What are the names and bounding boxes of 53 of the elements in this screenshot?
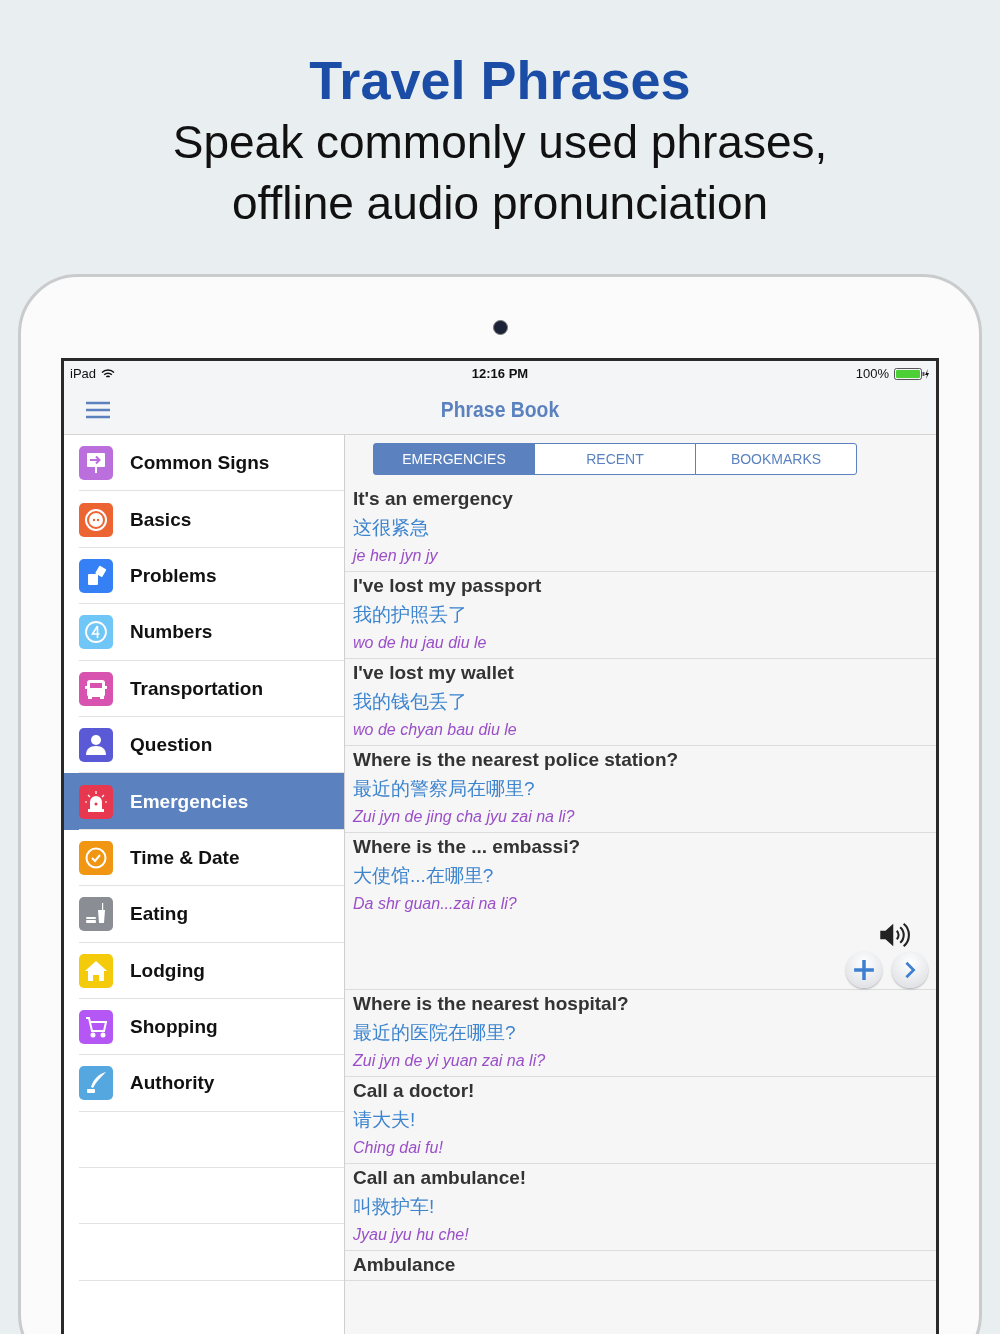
- pinyin-text: je hen jyn jy: [353, 546, 439, 566]
- sidebar-item[interactable]: Time & Date: [64, 829, 344, 887]
- pinyin-text: Da shr guan...zai na li?: [353, 894, 518, 914]
- sidebar-item[interactable]: Common Signs: [64, 435, 344, 492]
- pinyin-text: Zui jyn de jing cha jyu zai na li?: [353, 807, 576, 827]
- status-time: 12:16 PM: [471, 366, 529, 381]
- device-name: iPad: [70, 366, 97, 381]
- sidebar-item[interactable]: Transportation: [64, 660, 344, 717]
- sidebar-item[interactable]: Problems: [64, 547, 344, 605]
- sidebar-item[interactable]: Shopping: [64, 998, 344, 1056]
- sidebar-item[interactable]: Eating: [64, 886, 344, 943]
- pinyin-text: Ching dai fu!: [353, 1138, 444, 1158]
- english-phrase: Ambulance: [353, 1253, 457, 1277]
- wifi-icon: [101, 368, 116, 379]
- sidebar-item[interactable]: Emergencies: [64, 773, 344, 830]
- chinese-phrase: 这很紧急: [353, 516, 430, 540]
- english-phrase: Call an ambulance!: [353, 1166, 528, 1190]
- battery-percent: 100%: [855, 366, 889, 381]
- chinese-phrase: 我的钱包丢了: [353, 690, 468, 714]
- subtitle-line: offline audio pronunciation: [230, 176, 770, 231]
- nav-title: Phrase Book: [439, 397, 561, 423]
- chinese-phrase: 叫救护车!: [353, 1195, 436, 1219]
- plus-icon: [853, 959, 875, 981]
- page-title: Travel Phrases: [308, 49, 692, 112]
- segment-tab[interactable]: RECENT: [534, 443, 696, 475]
- pinyin-text: Zui jyn de yi yuan zai na li?: [353, 1051, 547, 1071]
- pinyin-text: wo de chyan bau diu le: [353, 720, 518, 740]
- sidebar-item[interactable]: Basics: [64, 491, 344, 548]
- segment-tab[interactable]: EMERGENCIES: [373, 443, 535, 475]
- chinese-phrase: 最近的医院在哪里?: [353, 1021, 517, 1045]
- chinese-phrase: 大使馆...在哪里?: [353, 864, 495, 888]
- pinyin-text: wo de hu jau diu le: [353, 633, 488, 653]
- english-phrase: I've lost my passport: [353, 574, 543, 598]
- english-phrase: Where is the ... embassi?: [353, 835, 582, 859]
- chinese-phrase: 请大夫!: [353, 1108, 417, 1132]
- subtitle-line: Speak commonly used phrases,: [171, 115, 829, 170]
- english-phrase: Where is the nearest police station?: [353, 748, 680, 772]
- camera-icon: [492, 320, 508, 335]
- add-button[interactable]: [846, 952, 882, 988]
- sidebar-item[interactable]: Authority: [64, 1055, 344, 1112]
- sidebar-item[interactable]: Lodging: [64, 942, 344, 999]
- english-phrase: It's an emergency: [353, 487, 514, 511]
- chinese-phrase: 最近的警察局在哪里?: [353, 777, 536, 801]
- pinyin-text: Jyau jyu hu che!: [353, 1225, 470, 1245]
- segment-tab[interactable]: BOOKMARKS: [695, 443, 857, 475]
- chinese-phrase: 我的护照丢了: [353, 603, 468, 627]
- english-phrase: Call a doctor!: [353, 1079, 476, 1103]
- english-phrase: Where is the nearest hospital?: [353, 992, 630, 1016]
- english-phrase: I've lost my wallet: [353, 661, 515, 685]
- battery-icon: [894, 367, 930, 380]
- sidebar-item[interactable]: Numbers: [64, 604, 344, 661]
- next-button[interactable]: [892, 952, 928, 988]
- sidebar-item[interactable]: Question: [64, 716, 344, 774]
